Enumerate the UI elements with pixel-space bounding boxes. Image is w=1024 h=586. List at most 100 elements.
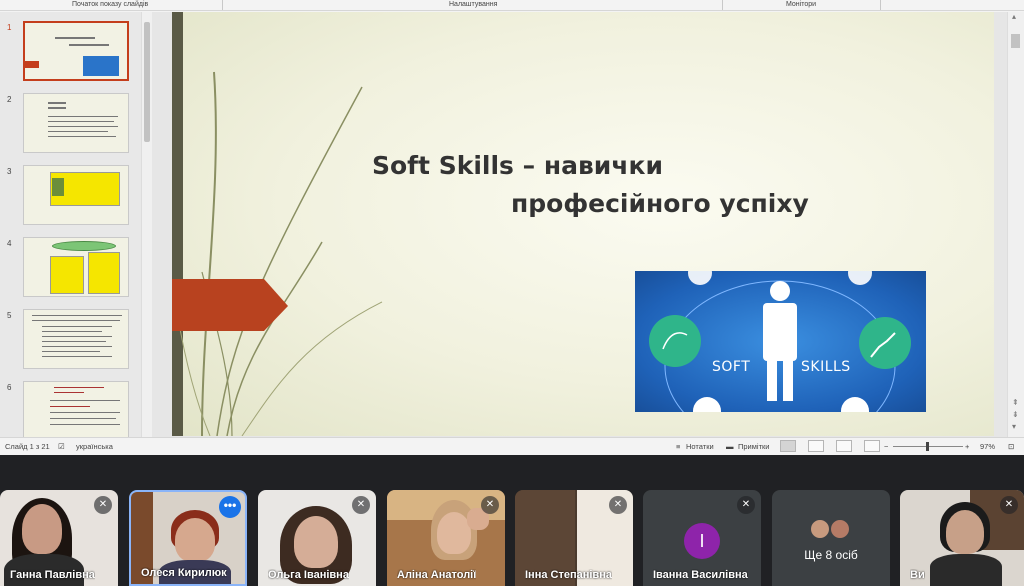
slide-thumbnail-preview[interactable]: [23, 93, 129, 153]
mic-off-icon: ✕: [352, 496, 370, 514]
thumb-yellow-box: [50, 256, 84, 294]
ribbon-group-monitors[interactable]: Монітори: [786, 1, 816, 8]
zoom-out-icon[interactable]: −: [884, 442, 888, 451]
ribbon-separator: [722, 0, 723, 10]
current-slide[interactable]: Soft Skills – навички професійного успіх…: [172, 12, 994, 436]
zoom-slider-knob[interactable]: [926, 442, 929, 451]
slide-thumbnail-preview[interactable]: [23, 165, 129, 225]
thumb-title-line: [55, 37, 95, 39]
meeting-participant-strip: ✕ Ганна Павлівна ••• Олеся Кирилюк ✕ Оль…: [0, 455, 1024, 586]
participant-mini-avatar: [829, 518, 851, 540]
slide-thumbnail-preview[interactable]: [23, 237, 129, 297]
next-slide-icon[interactable]: ⇟: [1012, 410, 1019, 419]
slide-thumbnail[interactable]: 1: [0, 21, 140, 83]
scroll-up-icon[interactable]: ▴: [1012, 12, 1016, 21]
thumb-text-line: [32, 320, 120, 321]
slide-title-line-1[interactable]: Soft Skills – навички: [372, 151, 663, 180]
more-options-icon[interactable]: •••: [219, 496, 241, 518]
scrollbar-thumb[interactable]: [1011, 34, 1020, 48]
slide-thumbnail-preview[interactable]: [23, 309, 129, 369]
thumb-text-line: [48, 116, 118, 117]
ribbon-group-setup[interactable]: Налаштування: [449, 1, 497, 8]
more-participants-tile[interactable]: Ще 8 осіб: [772, 490, 890, 586]
slide-number: 3: [7, 167, 12, 176]
mic-off-icon: ✕: [737, 496, 755, 514]
mic-off-icon: ✕: [481, 496, 499, 514]
self-view-tile[interactable]: ✕ Ви: [900, 490, 1024, 586]
notes-icon[interactable]: ≡: [676, 442, 680, 451]
participant-tile[interactable]: ✕ Ольга Іванівна: [258, 490, 376, 586]
thumb-text-line: [42, 336, 112, 337]
ribbon-group-start-slideshow[interactable]: Початок показу слайдів: [72, 1, 148, 8]
skills-label: SKILLS: [801, 359, 851, 375]
more-participants-label: Ще 8 осіб: [804, 548, 858, 562]
thumb-yellow-box: [88, 252, 120, 294]
slide-sorter-button[interactable]: [808, 440, 824, 452]
slideshow-ribbon: Початок показу слайдів Налаштування Моні…: [0, 0, 1024, 11]
thumb-text-line: [48, 131, 108, 132]
slide-number: 2: [7, 95, 12, 104]
thumb-image: [52, 178, 64, 196]
participant-tile[interactable]: ✕ Ганна Павлівна: [0, 490, 118, 586]
scroll-down-icon[interactable]: ▾: [1012, 422, 1016, 431]
thumb-text-line: [48, 121, 114, 122]
slide-editor: Soft Skills – навички професійного успіх…: [152, 12, 1007, 437]
notes-button[interactable]: Нотатки: [686, 442, 714, 451]
soft-skills-image[interactable]: SOFT SKILLS: [635, 271, 926, 412]
spellcheck-icon[interactable]: ☑: [58, 442, 65, 451]
slide-number: 5: [7, 311, 12, 320]
thumb-text-line: [48, 126, 118, 127]
thumb-text-line: [54, 392, 84, 393]
language-indicator[interactable]: українська: [76, 442, 113, 451]
thumbnail-scrollbar[interactable]: [141, 12, 152, 437]
soft-skills-graphic: [649, 271, 911, 412]
normal-view-button[interactable]: [780, 440, 796, 452]
thumb-image: [83, 56, 119, 76]
slide-counter: Слайд 1 з 21: [5, 442, 50, 451]
slide-number: 1: [7, 23, 12, 32]
zoom-in-icon[interactable]: +: [965, 442, 969, 451]
participant-tile[interactable]: ✕ Аліна Анатолії: [387, 490, 505, 586]
thumb-text-line: [42, 326, 112, 327]
previous-slide-icon[interactable]: ⇞: [1012, 398, 1019, 407]
grass-decoration: [172, 12, 383, 436]
thumb-text-line: [32, 315, 122, 316]
thumb-arrow: [25, 61, 39, 68]
editor-vertical-scrollbar[interactable]: ▴ ⇞ ⇟ ▾: [1007, 12, 1024, 437]
fit-to-window-icon[interactable]: ⊡: [1008, 442, 1014, 451]
comments-icon[interactable]: ▬: [726, 442, 734, 451]
slide-thumbnail-preview[interactable]: [23, 21, 129, 81]
slideshow-button[interactable]: [864, 440, 880, 452]
participant-mini-avatar: [809, 518, 831, 540]
thumb-text-line: [50, 406, 90, 407]
thumb-text-line: [42, 351, 100, 352]
participant-avatar: І: [684, 523, 720, 559]
participant-tile-active[interactable]: ••• Олеся Кирилюк: [129, 490, 247, 586]
thumb-text-line: [50, 400, 120, 401]
ribbon-separator: [222, 0, 223, 10]
participant-tile[interactable]: ✕ Інна Степанівна: [515, 490, 633, 586]
slide-thumbnail[interactable]: 6: [0, 381, 140, 437]
slide-arrow-shape: [172, 279, 288, 331]
status-bar: Слайд 1 з 21 ☑ українська ≡ Нотатки ▬ Пр…: [0, 437, 1024, 455]
slide-thumbnail[interactable]: 5: [0, 309, 140, 371]
slide-thumbnail[interactable]: 4: [0, 237, 140, 299]
slide-number: 6: [7, 383, 12, 392]
slide-thumbnail-preview[interactable]: [23, 381, 129, 437]
participant-name: Іванна Василівна: [653, 569, 748, 581]
participant-name: Олеся Кирилюк: [141, 567, 227, 579]
ribbon-separator: [880, 0, 881, 10]
zoom-level[interactable]: 97%: [980, 442, 995, 451]
thumb-title-line: [69, 44, 109, 46]
comments-button[interactable]: Примітки: [738, 442, 769, 451]
mic-off-icon: ✕: [1000, 496, 1018, 514]
slide-thumbnail[interactable]: 2: [0, 93, 140, 155]
reading-view-button[interactable]: [836, 440, 852, 452]
slide-thumbnail[interactable]: 3: [0, 165, 140, 227]
participant-tile[interactable]: І ✕ Іванна Василівна: [643, 490, 761, 586]
scrollbar-thumb[interactable]: [144, 22, 150, 142]
thumb-text-line: [42, 341, 106, 342]
participant-name: Ви: [910, 569, 925, 581]
slide-title-line-2[interactable]: професійного успіху: [511, 189, 809, 218]
thumb-text-line: [48, 136, 116, 137]
